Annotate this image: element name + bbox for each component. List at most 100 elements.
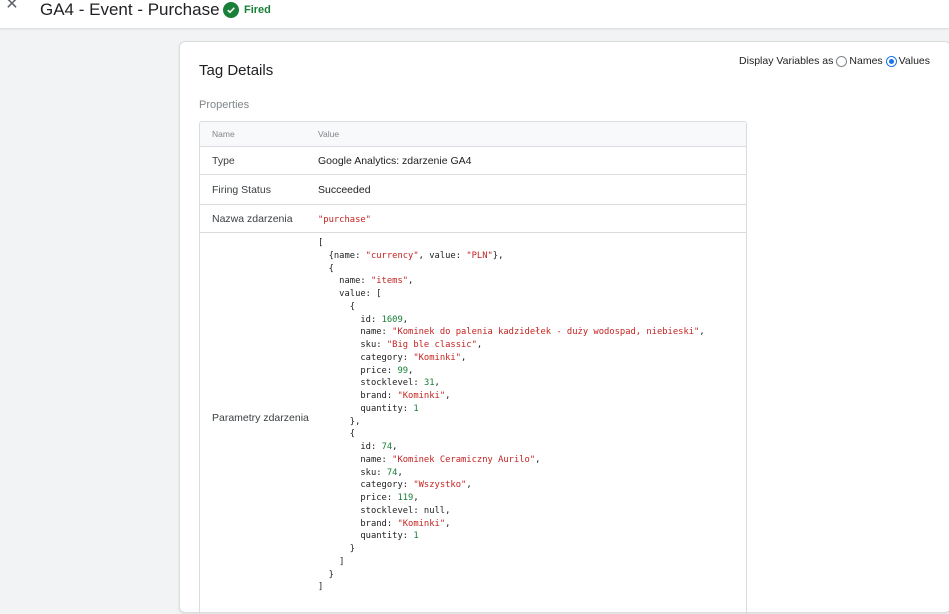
code-line: sku: "Big ble classic",: [318, 339, 705, 352]
check-circle-icon: [223, 2, 239, 18]
code-line: name: "Kominek do palenia kadzidełek - d…: [318, 326, 704, 339]
code-token: ,: [461, 352, 467, 363]
code-token: {: [318, 429, 356, 440]
code-token: 1: [413, 531, 419, 542]
code-token: category:: [318, 352, 414, 363]
code-token: ,: [445, 391, 451, 401]
row-value: "purchase": [318, 215, 371, 225]
code-line: ]: [318, 581, 705, 594]
code-token: "Big ble classic": [386, 340, 477, 350]
column-header-value: Value: [318, 129, 340, 139]
code-line: category: "Kominki",: [318, 352, 705, 365]
code-token: price:: [318, 493, 398, 503]
code-token: "currency": [365, 250, 419, 261]
code-token: sku:: [318, 340, 387, 350]
code-token: "Wszystko": [413, 480, 467, 491]
close-icon[interactable]: ✕: [4, 0, 20, 13]
code-token: 1609: [381, 314, 403, 325]
code-token: "Kominki": [397, 391, 446, 401]
table-header: Name Value: [200, 122, 746, 147]
code-token: "Kominek do palenia kadzidełek - duży wo…: [392, 327, 700, 338]
code-token: ]: [318, 556, 345, 567]
code-token: category:: [318, 480, 414, 491]
code-line: quantity: 1: [318, 403, 705, 416]
code-line: name: "items",: [318, 275, 705, 288]
code-token: ,: [408, 365, 414, 376]
code-token: "Kominek Ceramiczny Aurilo": [392, 454, 536, 465]
code-token: }: [318, 544, 356, 554]
code-token: brand:: [318, 518, 398, 529]
code-token: ,: [434, 378, 440, 389]
properties-table: Name Value Type Google Analytics: zdarze…: [199, 121, 747, 614]
code-token: "PLN": [466, 250, 493, 261]
code-token: 74: [381, 442, 393, 452]
code-token: "items": [370, 276, 409, 287]
row-value: Succeeded: [318, 184, 371, 196]
code-token: },: [492, 250, 504, 261]
code-token: quantity:: [318, 531, 414, 542]
code-line: sku: 74,: [318, 467, 705, 480]
row-value: Google Analytics: zdarzenie GA4: [318, 155, 472, 167]
code-token: name:: [318, 454, 393, 465]
code-line: quantity: 1: [318, 530, 705, 543]
code-token: ,: [397, 467, 403, 478]
code-token: ,: [402, 314, 409, 325]
code-line: }: [318, 543, 705, 556]
code-line: {: [318, 301, 705, 314]
code-token: ,: [476, 340, 483, 350]
table-row: Nazwa zdarzenia "purchase": [200, 205, 746, 233]
code-line: {name: "currency", value: "PLN"},: [318, 250, 705, 263]
code-token: {name:: [318, 250, 366, 261]
code-token: id:: [318, 314, 382, 325]
tag-details-panel: Tag Details Display Variables as Names V…: [179, 41, 949, 614]
code-token: ,: [392, 442, 398, 452]
code-token: quantity:: [318, 403, 414, 414]
top-bar: ✕ GA4 - Event - Purchase Fired: [0, 0, 949, 28]
code-line: ]: [318, 556, 705, 569]
table-row: Firing Status Succeeded: [200, 175, 746, 205]
code-token: price:: [318, 365, 398, 376]
code-token: name:: [318, 327, 393, 338]
code-token: 31: [423, 378, 435, 389]
code-line: [: [318, 237, 705, 250]
names-option-label[interactable]: Names: [849, 54, 882, 68]
code-token: "Kominki": [397, 518, 446, 529]
code-token: ,: [466, 480, 472, 491]
code-line: id: 74,: [318, 441, 705, 454]
code-token: ,: [445, 518, 451, 529]
code-token: [: [318, 238, 324, 248]
page-title: GA4 - Event - Purchase: [40, 0, 220, 19]
panel-title: Tag Details: [199, 62, 274, 79]
code-line: price: 119,: [318, 492, 705, 505]
row-name: Nazwa zdarzenia: [212, 213, 293, 225]
code-token: "Kominki": [413, 352, 462, 363]
code-line: name: "Kominek Ceramiczny Aurilo",: [318, 454, 705, 467]
names-radio[interactable]: [836, 55, 848, 67]
table-row: Type Google Analytics: zdarzenie GA4: [200, 147, 746, 175]
code-token: {: [318, 301, 356, 312]
code-token: value: [: [318, 289, 382, 299]
code-line: {: [318, 428, 705, 441]
code-token: ]: [318, 582, 324, 593]
table-row: Parametry zdarzenia [ {name: "currency",…: [200, 233, 746, 613]
code-token: stocklevel:: [318, 378, 424, 389]
code-token: name:: [318, 276, 371, 287]
code-line: category: "Wszystko",: [318, 479, 705, 492]
code-token: brand:: [318, 391, 398, 401]
code-token: ,: [408, 276, 414, 287]
code-line: stocklevel: 31,: [318, 377, 705, 390]
code-token: }: [318, 569, 334, 580]
code-token: },: [318, 416, 361, 427]
event-parameters-code: [ {name: "currency", value: "PLN"}, { na…: [318, 237, 705, 594]
row-name: Firing Status: [212, 184, 271, 196]
display-variables-label: Display Variables as: [739, 55, 834, 67]
code-token: 99: [397, 365, 409, 376]
status-text: Fired: [244, 4, 271, 16]
code-token: 74: [386, 467, 398, 478]
code-line: id: 1609,: [318, 314, 705, 327]
values-option-label[interactable]: Values: [899, 54, 930, 68]
code-token: id:: [318, 442, 382, 452]
code-line: price: 99,: [318, 365, 705, 378]
code-line: {: [318, 263, 705, 276]
values-radio[interactable]: [885, 55, 897, 67]
